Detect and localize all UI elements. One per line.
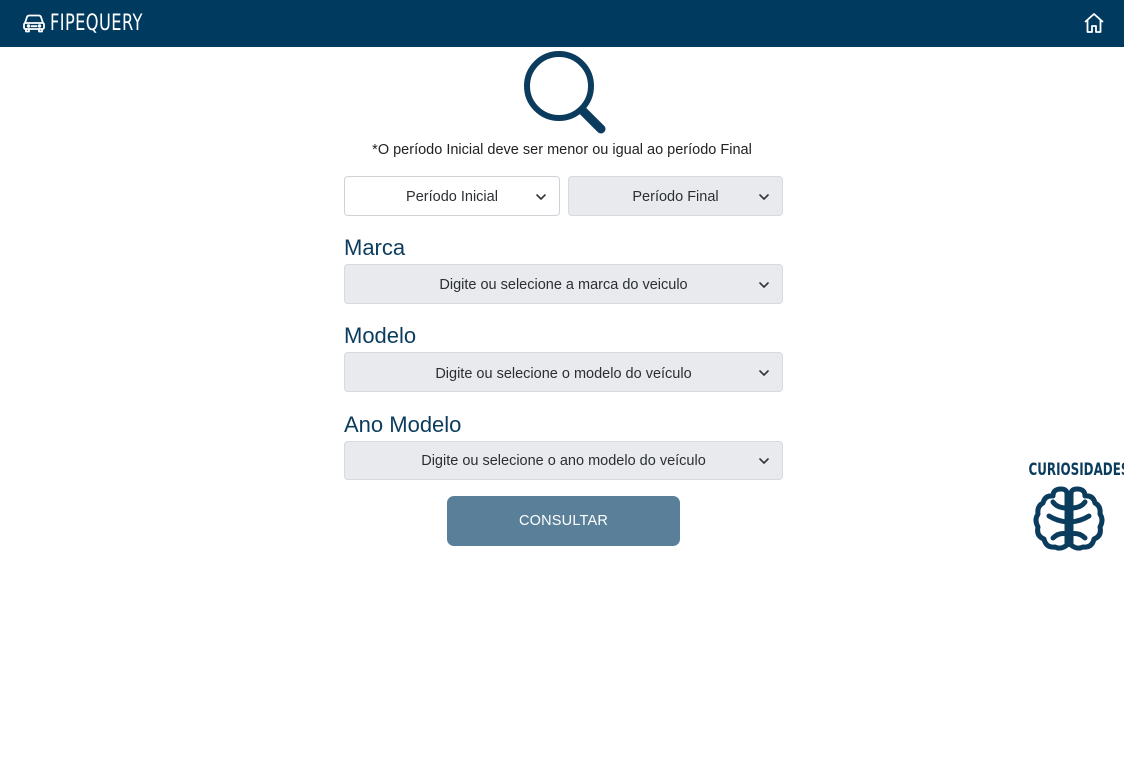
chevron-down-icon — [536, 194, 546, 200]
period-final-select[interactable]: Período Final — [568, 176, 783, 216]
search-icon — [524, 51, 606, 134]
brain-icon — [1033, 486, 1105, 551]
search-hero — [519, 50, 609, 138]
chevron-down-icon — [759, 370, 769, 376]
period-initial-select[interactable]: Período Inicial — [344, 176, 560, 216]
marca-placeholder: Digite ou selecione a marca do veiculo — [439, 277, 688, 293]
ano-modelo-select[interactable]: Digite ou selecione o ano modelo do veíc… — [344, 441, 783, 480]
car-icon — [23, 14, 45, 33]
modelo-select[interactable]: Digite ou selecione o modelo do veículo — [344, 352, 783, 392]
period-initial-text: Período Inicial — [406, 189, 498, 205]
marca-select[interactable]: Digite ou selecione a marca do veiculo — [344, 264, 783, 304]
curiosidades-link[interactable]: CURIOSIDADES — [1017, 460, 1124, 555]
chevron-down-icon — [759, 194, 769, 200]
ano-modelo-placeholder: Digite ou selecione o ano modelo do veíc… — [421, 453, 706, 469]
chevron-down-icon — [759, 458, 769, 464]
modelo-label: Modelo — [344, 323, 417, 348]
marca-label: Marca — [344, 235, 406, 260]
consultar-button[interactable]: CONSULTAR — [447, 496, 680, 546]
brand-logo[interactable]: FIPEQUERY — [22, 8, 163, 38]
brand-name: FIPEQUERY — [50, 10, 143, 36]
top-navbar: FIPEQUERY — [0, 0, 1124, 47]
chevron-down-icon — [759, 282, 769, 288]
period-final-text: Período Final — [632, 189, 719, 205]
period-notice: *O período Inicial deve ser menor ou igu… — [372, 142, 752, 158]
curiosidades-label: CURIOSIDADES — [1028, 460, 1124, 480]
modelo-placeholder: Digite ou selecione o modelo do veículo — [435, 366, 692, 382]
ano-modelo-label: Ano Modelo — [344, 412, 462, 437]
home-icon — [1084, 13, 1104, 33]
home-button[interactable] — [1082, 11, 1106, 35]
